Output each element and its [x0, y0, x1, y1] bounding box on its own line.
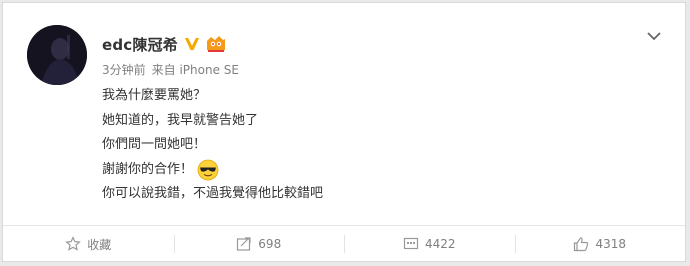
- avatar[interactable]: [27, 25, 87, 85]
- comment-button[interactable]: 4422: [344, 226, 515, 262]
- repost-count: 698: [258, 237, 282, 251]
- post-source[interactable]: 来自 iPhone SE: [152, 63, 239, 77]
- post-line: 謝謝你的合作！: [102, 158, 323, 183]
- star-icon: [65, 236, 82, 251]
- post-content: 我為什麼要罵她？ 她知道的，我早就警告她了 你們問一問她吧！ 謝謝你的合作！ 你…: [102, 84, 323, 207]
- repost-button[interactable]: 698: [173, 226, 345, 262]
- chevron-down-icon[interactable]: [645, 27, 663, 45]
- member-badge-icon[interactable]: [205, 35, 227, 53]
- verified-icon: [184, 36, 200, 52]
- weibo-post-card: edc陳冠希 3分钟前来自 iPhone SE 我為什麼要罵她？ 她知道的，我: [2, 2, 686, 262]
- repost-icon: [237, 237, 251, 251]
- post-line: 你們問一問她吧！: [102, 137, 207, 153]
- post-meta: 3分钟前 来自 iPhone SE: [102, 61, 239, 78]
- comment-count: 4422: [424, 237, 456, 251]
- post-line: 她知道的，我早就警告她了: [102, 112, 259, 128]
- post-line: 我為什麼要罵她？: [102, 88, 207, 104]
- favorite-button[interactable]: 收藏: [3, 226, 174, 262]
- post-line: 你可以說我錯，不過我覺得他比較錯吧: [102, 186, 324, 202]
- thumbs-up-icon: [574, 237, 589, 252]
- action-bar: 收藏 698 4422 4318: [3, 225, 685, 262]
- cool-sunglasses-emoji-icon: [197, 159, 219, 181]
- user-name[interactable]: edc陳冠希: [102, 34, 178, 55]
- like-count: 4318: [595, 237, 627, 251]
- name-row: edc陳冠希: [102, 33, 227, 55]
- comment-icon: [403, 237, 419, 250]
- post-time[interactable]: 3分钟前: [102, 63, 146, 77]
- favorite-label: 收藏: [87, 237, 112, 252]
- like-button[interactable]: 4318: [514, 226, 686, 262]
